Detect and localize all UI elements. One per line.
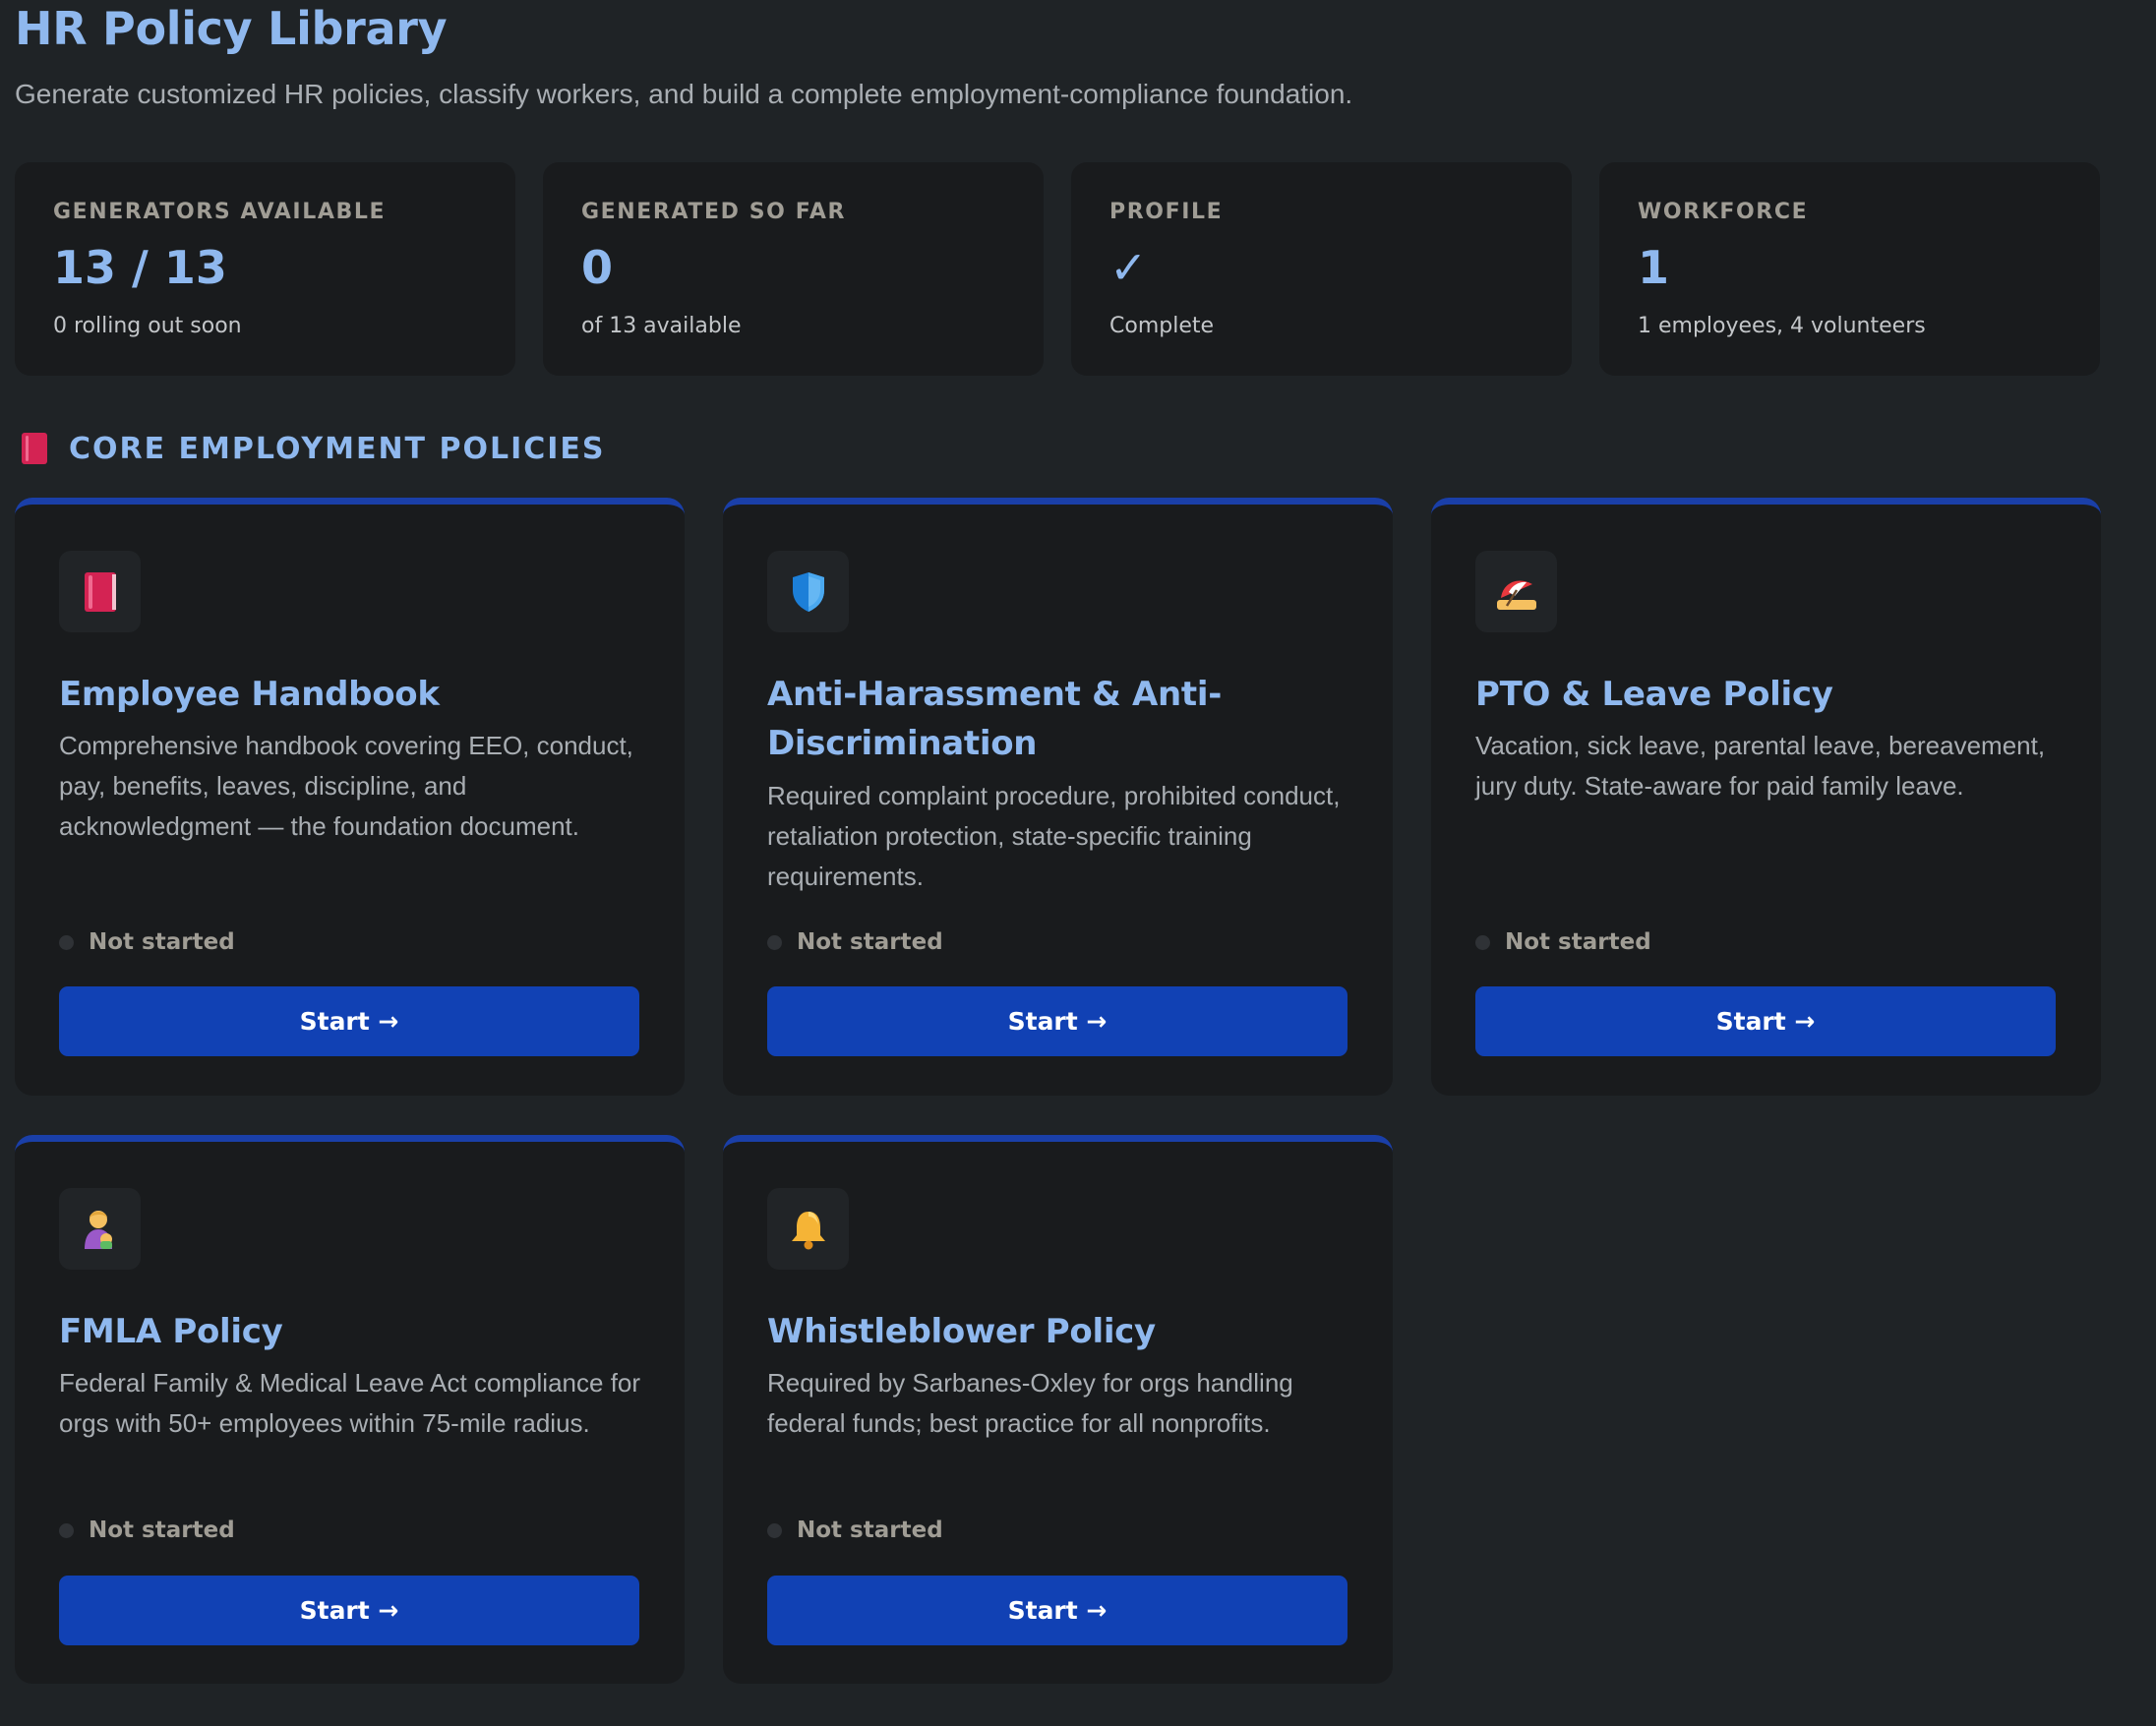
policy-card-whistleblower: Whistleblower Policy Required by Sarbane… xyxy=(723,1135,1393,1684)
icon-tile xyxy=(59,1188,141,1270)
start-button-whistleblower[interactable]: Start → xyxy=(767,1576,1348,1645)
stat-label: WORKFORCE xyxy=(1638,200,1809,224)
status-text: Not started xyxy=(797,929,943,955)
status-row: Not started xyxy=(767,1518,943,1543)
stat-card-workforce: WORKFORCE 1 1 employees, 4 volunteers xyxy=(1599,162,2100,376)
book-icon xyxy=(22,433,47,464)
stat-value: 13 / 13 xyxy=(53,241,227,294)
stat-sub: Complete xyxy=(1109,314,1215,338)
status-dot xyxy=(1475,934,1490,950)
status-row: Not started xyxy=(59,929,235,955)
status-dot xyxy=(767,934,782,950)
section-heading: CORE EMPLOYMENT POLICIES xyxy=(22,429,606,468)
icon-tile xyxy=(767,551,849,632)
status-text: Not started xyxy=(89,1518,235,1543)
start-button-anti-harassment[interactable]: Start → xyxy=(767,986,1348,1056)
card-description: Comprehensive handbook covering EEO, con… xyxy=(59,731,633,841)
card-title: PTO & Leave Policy xyxy=(1475,675,1833,714)
stat-value: 0 xyxy=(581,241,614,294)
status-row: Not started xyxy=(767,929,943,955)
stat-label: GENERATORS AVAILABLE xyxy=(53,200,387,224)
card-title: FMLA Policy xyxy=(59,1312,283,1351)
stats-row: GENERATORS AVAILABLE 13 / 13 0 rolling o… xyxy=(15,162,2100,376)
policy-card-pto-leave: PTO & Leave Policy Vacation, sick leave,… xyxy=(1431,498,2101,1096)
status-text: Not started xyxy=(1505,929,1651,955)
policy-card-fmla: FMLA Policy Federal Family & Medical Lea… xyxy=(15,1135,685,1684)
stat-sub: 0 rolling out soon xyxy=(53,314,242,338)
section-title: CORE EMPLOYMENT POLICIES xyxy=(69,431,606,466)
start-button-employee-handbook[interactable]: Start → xyxy=(59,986,639,1056)
page-title: HR Policy Library xyxy=(15,2,448,55)
card-title: Anti-Harassment & Anti-Discrimination xyxy=(767,675,1223,763)
stat-card-generated-so-far: GENERATED SO FAR 0 of 13 available xyxy=(543,162,1044,376)
icon-tile xyxy=(59,551,141,632)
stat-label: PROFILE xyxy=(1109,200,1224,224)
stat-sub: 1 employees, 4 volunteers xyxy=(1638,314,1926,338)
status-dot xyxy=(59,1522,74,1538)
status-dot xyxy=(767,1522,782,1538)
icon-tile xyxy=(1475,551,1557,632)
status-row: Not started xyxy=(59,1518,235,1543)
card-description: Required by Sarbanes-Oxley for orgs hand… xyxy=(767,1368,1293,1438)
stat-label: GENERATED SO FAR xyxy=(581,200,847,224)
start-button-pto-leave[interactable]: Start → xyxy=(1475,986,2056,1056)
stat-value: 1 xyxy=(1638,241,1670,294)
hr-policy-library-page: HR Policy Library Generate customized HR… xyxy=(0,0,2156,1726)
card-title: Whistleblower Policy xyxy=(767,1312,1156,1351)
status-row: Not started xyxy=(1475,929,1651,955)
card-description: Federal Family & Medical Leave Act compl… xyxy=(59,1368,641,1438)
status-text: Not started xyxy=(797,1518,943,1543)
card-description: Required complaint procedure, prohibited… xyxy=(767,781,1341,891)
policy-card-employee-handbook: Employee Handbook Comprehensive handbook… xyxy=(15,498,685,1096)
page-subtitle: Generate customized HR policies, classif… xyxy=(15,79,1353,109)
card-description: Vacation, sick leave, parental leave, be… xyxy=(1475,731,2046,801)
person-feeding-baby-icon xyxy=(81,1208,120,1251)
stat-card-generators-available: GENERATORS AVAILABLE 13 / 13 0 rolling o… xyxy=(15,162,515,376)
status-text: Not started xyxy=(89,929,235,955)
start-button-fmla[interactable]: Start → xyxy=(59,1576,639,1645)
stat-sub: of 13 available xyxy=(581,314,742,338)
icon-tile xyxy=(767,1188,849,1270)
shield-icon xyxy=(790,570,827,614)
stat-card-profile: PROFILE ✓ Complete xyxy=(1071,162,1572,376)
policy-card-anti-harassment: Anti-Harassment & Anti-Discrimination Re… xyxy=(723,498,1393,1096)
status-dot xyxy=(59,934,74,950)
bell-icon xyxy=(789,1209,828,1250)
book-icon xyxy=(83,570,118,614)
checkmark-icon: ✓ xyxy=(1109,241,1148,294)
card-title: Employee Handbook xyxy=(59,675,440,714)
beach-umbrella-icon xyxy=(1495,572,1538,612)
